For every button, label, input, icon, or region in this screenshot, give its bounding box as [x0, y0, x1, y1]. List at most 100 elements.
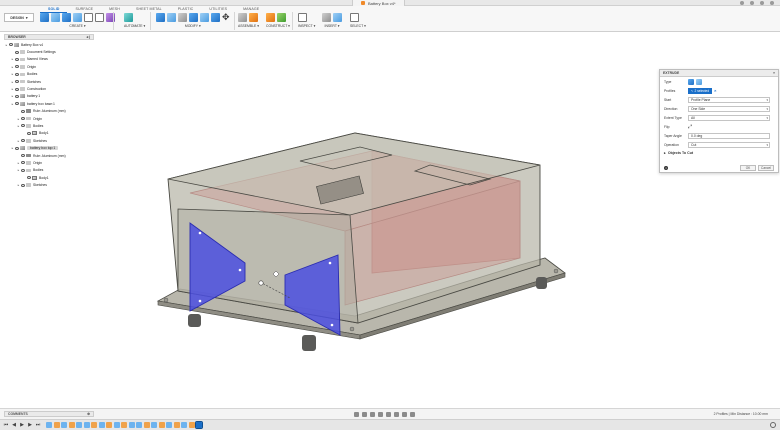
timeline-sketch-icon[interactable] [181, 422, 187, 428]
create-sketch-icon[interactable] [51, 13, 60, 22]
browser-item[interactable]: ▸ Sketches [4, 137, 94, 144]
viewports-icon[interactable] [410, 411, 415, 417]
group-select[interactable]: SELECT ▾ [350, 12, 366, 31]
joint-icon[interactable] [238, 13, 247, 22]
close-icon[interactable]: » [773, 71, 775, 75]
thin-extrude-icon[interactable] [696, 78, 702, 85]
timeline-sketch-icon[interactable] [113, 422, 120, 428]
browser-item[interactable]: Document Settings [4, 48, 94, 55]
timeline-extrude-icon[interactable] [106, 422, 112, 428]
timeline-extrude-icon[interactable] [188, 422, 195, 428]
timeline-extrude-icon[interactable] [143, 422, 150, 428]
timeline-sketch-icon[interactable] [151, 422, 157, 428]
objects-to-cut-section[interactable]: ▸ Objects To Cut [660, 149, 778, 157]
timeline-sketch-icon[interactable] [76, 422, 82, 428]
extrude-dropdown[interactable]: Profile Plane ▾ [688, 96, 770, 103]
visibility-eye-icon[interactable] [15, 146, 19, 150]
extrude-header[interactable]: EXTRUDE » [660, 70, 778, 77]
browser-item[interactable]: Body1 [4, 130, 94, 137]
zoom-icon[interactable] [378, 411, 383, 417]
go-to-start-icon[interactable]: ⏮ [3, 422, 9, 428]
pattern-icon[interactable] [95, 13, 104, 22]
chamfer-icon[interactable] [178, 13, 187, 22]
cancel-button[interactable]: Cancel [758, 164, 774, 171]
visibility-eye-icon[interactable] [15, 87, 19, 91]
browser-item[interactable]: ▸ Battery Box v4 [4, 41, 94, 48]
expand-arrow-icon[interactable]: ▸ [11, 146, 14, 150]
go-to-end-icon[interactable]: ⏭ [35, 422, 41, 428]
visibility-eye-icon[interactable] [21, 139, 25, 143]
visibility-eye-icon[interactable] [15, 80, 19, 84]
browser-item[interactable]: ▸ Sketches [4, 181, 94, 188]
notification-icon[interactable] [750, 1, 754, 5]
combine-icon[interactable] [200, 13, 209, 22]
browser-item[interactable]: ▸ Bodies [4, 71, 94, 78]
browser-item[interactable]: ▸ Origin [4, 159, 94, 166]
group-automate[interactable]: AUTOMATE ▾ [124, 12, 145, 31]
browser-item[interactable]: ▸ Bodies [4, 167, 94, 174]
flip-icon[interactable]: ⤢ [688, 124, 692, 130]
measure-icon[interactable] [298, 13, 307, 22]
info-icon[interactable]: i [664, 165, 668, 170]
expand-arrow-icon[interactable]: ▸ [11, 80, 14, 84]
timeline-extrude-icon[interactable] [121, 422, 127, 428]
timeline-extrude-icon[interactable] [91, 422, 97, 428]
midplane-icon[interactable] [277, 13, 286, 22]
timeline-sketch-icon[interactable] [166, 422, 172, 428]
expand-arrow-icon[interactable]: ▸ [17, 117, 20, 121]
collapse-icon[interactable]: ◂ | [86, 35, 90, 39]
expand-arrow-icon[interactable]: ▸ [5, 43, 8, 47]
solid-extrude-icon[interactable] [688, 78, 694, 85]
group-assemble[interactable]: ASSEMBLE ▾ [238, 12, 259, 31]
visibility-eye-icon[interactable] [21, 109, 25, 113]
play-icon[interactable]: ▶ [19, 422, 25, 428]
timeline-sketch-icon[interactable] [136, 422, 142, 428]
comments-panel[interactable]: COMMENTS ⊕ [4, 411, 94, 417]
browser-item[interactable]: ▸ Sketches [4, 78, 94, 85]
group-insert[interactable]: INSERT ▾ [322, 12, 342, 31]
visibility-eye-icon[interactable] [15, 102, 19, 106]
expand-arrow-icon[interactable]: ▸ [17, 139, 20, 143]
step-back-icon[interactable]: ◀ [11, 422, 17, 428]
timeline-current-feature-icon[interactable] [195, 421, 203, 429]
fillet-icon[interactable] [167, 13, 176, 22]
browser-item[interactable]: ▸ Construction [4, 85, 94, 92]
visibility-eye-icon[interactable] [27, 176, 31, 180]
scale-icon[interactable] [211, 13, 220, 22]
timeline-sketch-icon[interactable] [61, 422, 67, 428]
browser-item[interactable]: ▸ battery box top:1 [4, 144, 94, 151]
visibility-eye-icon[interactable] [15, 57, 19, 61]
step-forward-icon[interactable]: ▶ [27, 422, 33, 428]
help-icon[interactable] [760, 1, 764, 5]
expand-arrow-icon[interactable]: ▸ [11, 94, 14, 98]
browser-item[interactable]: Body1 [4, 174, 94, 181]
account-icon[interactable] [770, 1, 774, 5]
timeline-sketch-icon[interactable] [128, 422, 135, 428]
expand-arrow-icon[interactable]: ▸ [11, 57, 14, 61]
expand-arrow-icon[interactable]: ▸ [11, 102, 14, 106]
expand-arrow-icon[interactable]: ▸ [17, 183, 20, 187]
timeline-sketch-icon[interactable] [98, 422, 105, 428]
workspace-switcher[interactable]: DESIGN ▾ [4, 13, 34, 22]
visibility-eye-icon[interactable] [9, 43, 13, 47]
grid-icon[interactable] [402, 411, 407, 417]
browser-item[interactable]: ▸ battery:1 [4, 93, 94, 100]
display-settings-icon[interactable] [394, 411, 399, 417]
browser-item[interactable]: ▸ Origin [4, 115, 94, 122]
add-comment-icon[interactable]: ⊕ [87, 412, 90, 416]
browser-item[interactable]: Rule: Aluminum (mm) [4, 108, 94, 115]
press-pull-icon[interactable] [156, 13, 165, 22]
visibility-eye-icon[interactable] [27, 131, 31, 135]
fit-icon[interactable] [386, 411, 391, 417]
extrude-input[interactable]: 0.0 deg [688, 132, 770, 139]
group-inspect[interactable]: INSPECT ▾ [298, 12, 315, 31]
timeline-sketch-icon[interactable] [83, 422, 90, 428]
expand-arrow-icon[interactable]: ▸ [11, 65, 14, 69]
extrude-manipulator-handle[interactable] [258, 280, 264, 286]
expand-arrow-icon[interactable]: ▸ [17, 124, 20, 128]
expand-arrow-icon[interactable]: ▸ [17, 161, 20, 165]
timeline-extrude-icon[interactable] [158, 422, 165, 428]
timeline-sketch-icon[interactable] [46, 422, 52, 428]
extrude-dropdown[interactable]: One Side ▾ [688, 105, 770, 112]
profiles-selected-pill[interactable]: ↖ 2 selected [688, 87, 713, 94]
